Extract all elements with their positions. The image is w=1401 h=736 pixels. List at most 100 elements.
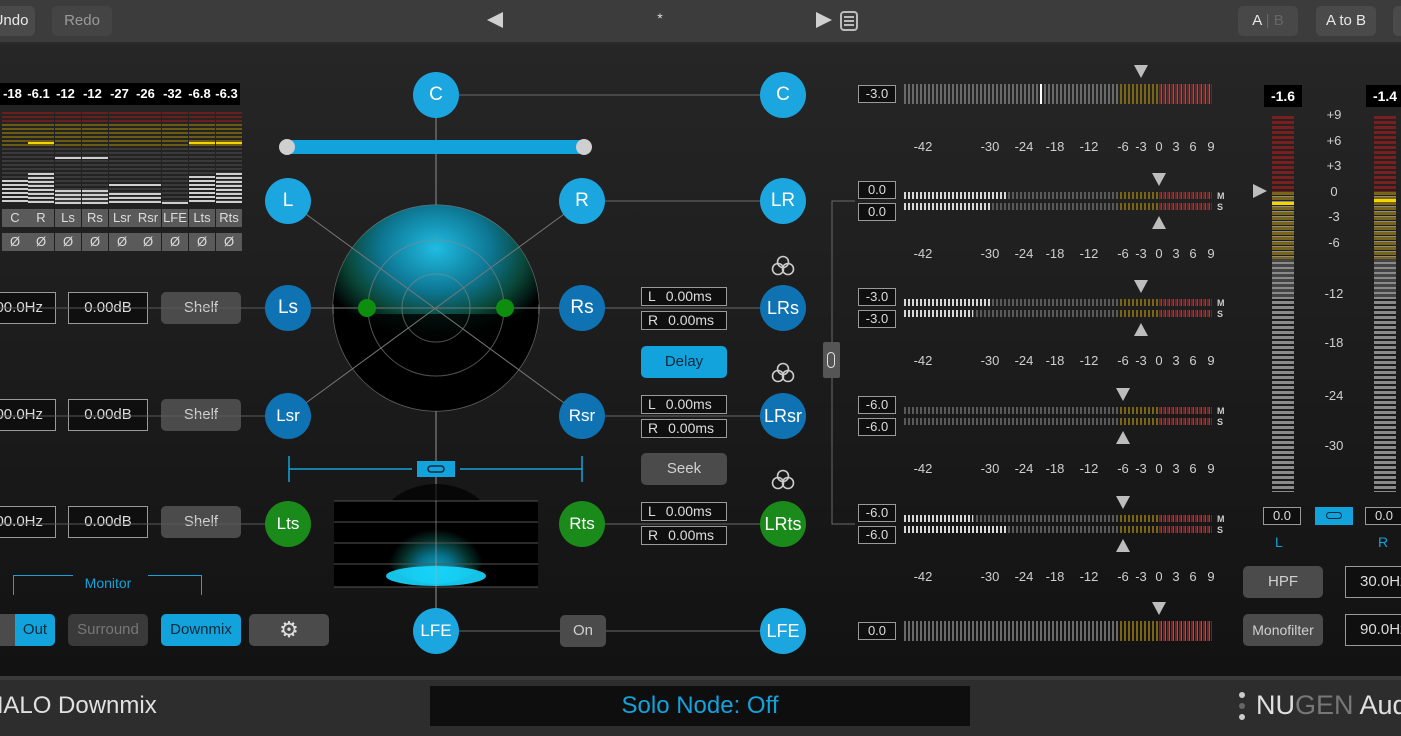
brand-dots-icon xyxy=(1238,692,1246,722)
overflow-button[interactable] xyxy=(1393,6,1401,36)
delay-button[interactable]: Delay xyxy=(641,346,727,378)
next-preset-icon[interactable] xyxy=(816,12,832,28)
delay-left-field[interactable]: L 0.00ms xyxy=(641,395,727,414)
meter-peak-hold xyxy=(1039,84,1042,104)
target-side-marker[interactable] xyxy=(1152,216,1166,229)
delay-left-field[interactable]: L 0.00ms xyxy=(641,502,727,521)
meter-red-zone xyxy=(1159,418,1212,425)
stereo-link-toggle[interactable] xyxy=(1315,507,1353,525)
input-node-rsr[interactable]: Rsr xyxy=(559,393,605,439)
solo-node-icon[interactable] xyxy=(770,255,796,277)
delay-right-field[interactable]: R 0.00ms xyxy=(641,419,727,438)
output-node-lrs[interactable]: LRs xyxy=(760,285,806,331)
width-slider-right-handle xyxy=(576,139,592,155)
output-node-lfe[interactable]: LFE xyxy=(760,608,806,654)
output-node-lr[interactable]: LR xyxy=(760,178,806,224)
output-gain-mid-field[interactable]: -6.0 xyxy=(858,504,896,522)
previous-preset-icon[interactable] xyxy=(487,12,503,28)
scale-tick-label: 9 xyxy=(1207,461,1215,476)
scale-tick-label: -30 xyxy=(980,353,1000,368)
scale-tick-label: -12 xyxy=(1079,139,1099,154)
product-name: HALO Downmix xyxy=(0,692,157,719)
output-link-toggle[interactable] xyxy=(823,342,840,378)
input-node-ls[interactable]: Ls xyxy=(265,285,311,331)
delay-right-field[interactable]: R 0.00ms xyxy=(641,526,727,545)
solo-node-icon[interactable] xyxy=(770,469,796,491)
target-side-marker[interactable] xyxy=(1116,431,1130,444)
input-node-lts[interactable]: Lts xyxy=(265,501,311,547)
input-node-rts[interactable]: Rts xyxy=(559,501,605,547)
output-node-c[interactable]: C xyxy=(760,72,806,118)
hpf-button[interactable]: HPF xyxy=(1243,566,1323,598)
right-trim-field[interactable]: 0.0 xyxy=(1365,507,1401,525)
output-gain-mid-field[interactable]: -6.0 xyxy=(858,396,896,414)
meter-yellow-zone xyxy=(1120,192,1159,199)
input-node-lfe[interactable]: LFE xyxy=(413,608,459,654)
scale-tick-label: -24 xyxy=(1014,461,1034,476)
monofilter-frequency-field[interactable]: 90.0Hz xyxy=(1345,614,1401,646)
output-gain-mid-field[interactable]: -3.0 xyxy=(858,288,896,306)
undo-button[interactable]: Undo xyxy=(0,6,35,36)
solo-node-icon[interactable] xyxy=(770,362,796,384)
output-meter-lr-s xyxy=(904,203,1212,210)
input-node-l[interactable]: L xyxy=(265,178,311,224)
stereo-scale-label: +6 xyxy=(1326,133,1342,148)
a-to-b-button[interactable]: A to B xyxy=(1316,6,1376,36)
input-node-c[interactable]: C xyxy=(413,72,459,118)
output-gain-side-field[interactable]: -3.0 xyxy=(858,310,896,328)
delay-value: 0.00ms xyxy=(668,420,715,436)
meter-yellow-zone xyxy=(1120,203,1159,210)
monofilter-button[interactable]: Monofilter xyxy=(1243,614,1323,646)
output-meter-c xyxy=(904,84,1212,104)
meter-level xyxy=(904,526,1007,533)
target-mid-marker[interactable] xyxy=(1134,280,1148,293)
target-mid-marker[interactable] xyxy=(1152,173,1166,186)
scale-tick-label: -42 xyxy=(913,461,933,476)
target-mid-marker[interactable] xyxy=(1116,388,1130,401)
preset-name[interactable]: * xyxy=(650,10,670,26)
target-level-marker[interactable] xyxy=(1134,65,1148,78)
target-level-marker[interactable] xyxy=(1152,602,1166,615)
right-peak-value: -1.4 xyxy=(1366,85,1401,107)
output-gain-field[interactable]: 0.0 xyxy=(858,622,896,640)
brand-logo: NUGEN Audio xyxy=(1256,690,1401,720)
output-gain-side-field[interactable]: 0.0 xyxy=(858,203,896,221)
ceiling-marker[interactable] xyxy=(1253,184,1267,198)
delay-left-field[interactable]: L 0.00ms xyxy=(641,287,727,306)
output-node-lrts[interactable]: LRts xyxy=(760,501,806,547)
input-node-lsr[interactable]: Lsr xyxy=(265,393,311,439)
meter-red-zone xyxy=(1159,621,1212,641)
meter-yellow-zone xyxy=(1120,621,1159,641)
preset-list-icon[interactable] xyxy=(840,11,858,31)
meter-yellow-zone xyxy=(1120,299,1159,306)
input-node-rs[interactable]: Rs xyxy=(559,285,605,331)
input-node-r[interactable]: R xyxy=(559,178,605,224)
target-side-marker[interactable] xyxy=(1116,539,1130,552)
output-meter-lrsr-m xyxy=(904,407,1212,414)
hpf-frequency-field[interactable]: 30.0Hz xyxy=(1345,566,1401,598)
scale-tick-label: -18 xyxy=(1045,569,1065,584)
solo-node-status[interactable]: Solo Node: Off xyxy=(430,692,970,720)
output-gain-side-field[interactable]: -6.0 xyxy=(858,526,896,544)
stereo-scale-label: +9 xyxy=(1326,107,1342,122)
meter-red-zone xyxy=(1159,84,1212,104)
plugin-main-panel: -18 C Ø -6.1 R Ø -12 Ls Ø -12 Rs Ø -27 Lsr Ø -26 Rsr Ø -32… xyxy=(0,44,1401,676)
redo-button[interactable]: Redo xyxy=(52,6,112,36)
output-gain-mid-field[interactable]: 0.0 xyxy=(858,181,896,199)
mid-label: M xyxy=(1217,514,1225,524)
output-gain-field[interactable]: -3.0 xyxy=(858,85,896,103)
output-gain-side-field[interactable]: -6.0 xyxy=(858,418,896,436)
delay-right-field[interactable]: R 0.00ms xyxy=(641,311,727,330)
scale-tick-label: 9 xyxy=(1207,569,1215,584)
lfe-on-button[interactable]: On xyxy=(560,615,606,647)
ab-toggle-button[interactable]: A | B xyxy=(1238,6,1298,36)
scale-tick-label: -30 xyxy=(980,461,1000,476)
output-node-lrsr[interactable]: LRsr xyxy=(760,393,806,439)
target-mid-marker[interactable] xyxy=(1116,496,1130,509)
meter-red-zone xyxy=(1159,407,1212,414)
scale-tick-label: 9 xyxy=(1207,353,1215,368)
seek-button[interactable]: Seek xyxy=(641,453,727,485)
left-trim-field[interactable]: 0.0 xyxy=(1263,507,1301,525)
target-side-marker[interactable] xyxy=(1134,323,1148,336)
stereo-scale-label: -30 xyxy=(1324,438,1344,453)
